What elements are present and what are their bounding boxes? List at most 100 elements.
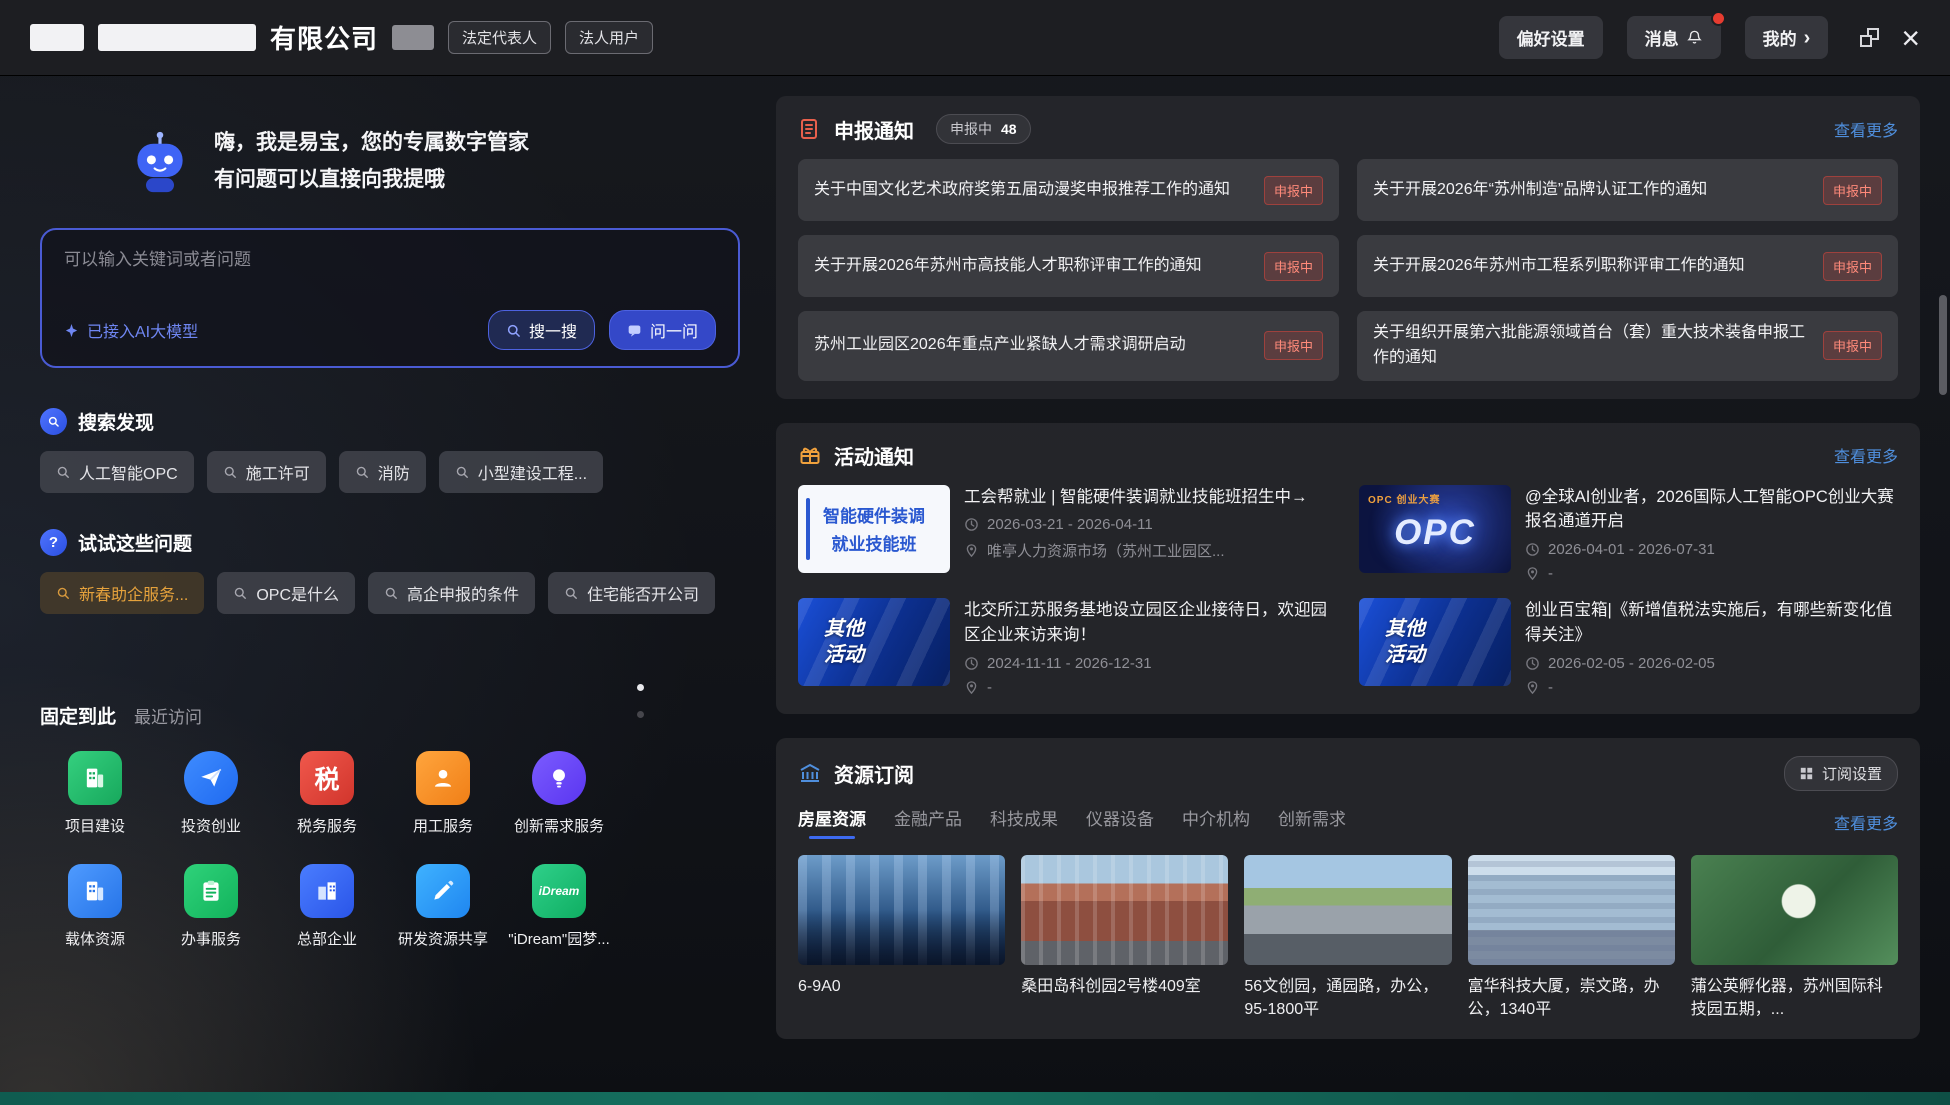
- company-identity: 有限公司 法定代表人 法人用户: [30, 19, 653, 56]
- status-badge: 申报中: [1823, 252, 1882, 281]
- chip-label: 小型建设工程...: [478, 460, 587, 484]
- chip-ai-opc[interactable]: 人工智能OPC: [40, 451, 194, 493]
- my-account-button[interactable]: 我的 ›: [1745, 16, 1829, 59]
- app-innovation-demand[interactable]: 创新需求服务: [504, 751, 614, 836]
- app-investment-startup[interactable]: 投资创业: [156, 751, 266, 836]
- subscription-settings-button[interactable]: 订阅设置: [1784, 756, 1898, 791]
- greeting-line1: 嗨，我是易宝，您的专属数字管家: [214, 125, 529, 162]
- window-controls: ×: [1860, 22, 1920, 54]
- gift-icon: [798, 443, 822, 467]
- notice-card[interactable]: 苏州工业园区2026年重点产业紧缺人才需求调研启动申报中: [798, 311, 1339, 381]
- carousel-dots[interactable]: [637, 684, 644, 718]
- app-idream-park[interactable]: iDream "iDream"园梦...: [504, 864, 614, 949]
- chip-what-is-opc[interactable]: OPC是什么: [217, 572, 355, 614]
- questions-icon: ?: [40, 529, 67, 556]
- app-project-construction[interactable]: 项目建设: [40, 751, 150, 836]
- app-headquarters-enterprise[interactable]: 总部企业: [272, 864, 382, 949]
- chip-fire-safety[interactable]: 消防: [339, 451, 426, 493]
- building-icon: [68, 751, 122, 805]
- status-badge: 申报中: [1264, 331, 1323, 360]
- main-content: 嗨，我是易宝，您的专属数字管家 有问题可以直接向我提哦 已接入AI大模型 搜一搜: [0, 76, 1950, 1092]
- resource-subscription-panel: 资源订阅 订阅设置 房屋资源 金融产品 科技成果 仪器设备 中介机构 创新需求 …: [776, 738, 1920, 1039]
- chip-hightech-conditions[interactable]: 高企申报的条件: [368, 572, 535, 614]
- tab-housing-resources[interactable]: 房屋资源: [798, 805, 866, 839]
- activity-card[interactable]: 其他活动 北交所江苏服务基地设立园区企业接待日，欢迎园区企业来访来询！ 2024…: [798, 598, 1337, 696]
- search-button[interactable]: 搜一搜: [488, 310, 595, 350]
- resource-card[interactable]: 蒲公英孵化器，苏州国际科技园五期，...: [1691, 855, 1898, 1021]
- ai-model-note: 已接入AI大模型: [64, 318, 198, 342]
- resources-title: 资源订阅: [834, 759, 914, 788]
- activity-thumbnail: 其他活动: [798, 598, 950, 686]
- worker-icon: [416, 751, 470, 805]
- subscription-settings-label: 订阅设置: [1822, 763, 1882, 784]
- tab-intermediaries[interactable]: 中介机构: [1182, 805, 1250, 839]
- activity-thumbnail: OPC 创业大赛 OPC: [1359, 485, 1511, 573]
- discover-section-header: 搜索发现: [40, 408, 740, 435]
- notice-card[interactable]: 关于开展2026年“苏州制造”品牌认证工作的通知申报中: [1357, 159, 1898, 221]
- tab-tech-achievements[interactable]: 科技成果: [990, 805, 1058, 839]
- building-icon: [68, 864, 122, 918]
- buildings-icon: [300, 864, 354, 918]
- redacted-company-name-block: [30, 24, 84, 51]
- activity-card[interactable]: OPC 创业大赛 OPC @全球AI创业者，2026国际人工智能OPC创业大赛报…: [1359, 485, 1898, 583]
- chip-construction-permit[interactable]: 施工许可: [207, 451, 326, 493]
- recent-visits-label[interactable]: 最近访问: [134, 703, 202, 728]
- filter-label: 申报中: [950, 119, 992, 139]
- resource-caption: 蒲公英孵化器，苏州国际科技园五期，...: [1691, 975, 1898, 1021]
- resource-card[interactable]: 桑田岛科创园2号楼409室: [1021, 855, 1228, 1021]
- tab-instruments[interactable]: 仪器设备: [1086, 805, 1154, 839]
- app-label: "iDream"园梦...: [508, 928, 610, 949]
- activity-card[interactable]: 智能硬件装调 就业技能班 工会帮就业 | 智能硬件装调就业技能班招生中→ 202…: [798, 485, 1337, 583]
- search-input[interactable]: [64, 250, 716, 270]
- discover-icon: [40, 408, 67, 435]
- close-window-icon[interactable]: ×: [1901, 22, 1920, 54]
- scrollbar-thumb[interactable]: [1939, 295, 1947, 395]
- thumb-text: 其他: [1385, 618, 1425, 640]
- app-tax-service[interactable]: 税 税务服务: [272, 751, 382, 836]
- declaration-notices-panel: 申报通知 申报中 48 查看更多 关于中国文化艺术政府奖第五届动漫奖申报推荐工作…: [776, 96, 1920, 399]
- notice-card[interactable]: 关于组织开展第六批能源领域首台（套）重大技术装备申报工作的通知申报中: [1357, 311, 1898, 381]
- app-employment-service[interactable]: 用工服务: [388, 751, 498, 836]
- restore-window-icon[interactable]: [1860, 28, 1879, 47]
- bell-icon: [1686, 29, 1703, 46]
- app-rd-resource-sharing[interactable]: 研发资源共享: [388, 864, 498, 949]
- chip-label: 人工智能OPC: [79, 460, 178, 484]
- notices-view-more-link[interactable]: 查看更多: [1834, 117, 1898, 141]
- pinned-section-header: 固定到此 最近访问: [40, 702, 740, 729]
- filter-count: 48: [1001, 121, 1017, 137]
- notices-filter-pill[interactable]: 申报中 48: [936, 114, 1031, 144]
- messages-button[interactable]: 消息: [1627, 16, 1721, 59]
- resource-card[interactable]: 6-9A0: [798, 855, 1005, 1021]
- resource-card[interactable]: 富华科技大厦，崇文路，办公，1340平: [1468, 855, 1675, 1021]
- notice-card[interactable]: 关于中国文化艺术政府奖第五届动漫奖申报推荐工作的通知申报中: [798, 159, 1339, 221]
- chip-residence-company[interactable]: 住宅能否开公司: [548, 572, 715, 614]
- grid-icon: [1800, 767, 1813, 780]
- status-badge: 申报中: [1823, 331, 1882, 360]
- bank-icon: [798, 761, 822, 785]
- notice-card[interactable]: 关于开展2026年苏州市工程系列职称评审工作的通知申报中: [1357, 235, 1898, 297]
- activities-view-more-link[interactable]: 查看更多: [1834, 443, 1898, 467]
- preferences-button[interactable]: 偏好设置: [1499, 16, 1603, 59]
- activity-card[interactable]: 其他活动 创业百宝箱|《新增值税法实施后，有哪些新变化值得关注》 2026-02…: [1359, 598, 1898, 696]
- notice-title: 苏州工业园区2026年重点产业紧缺人才需求调研启动: [814, 333, 1250, 358]
- bottom-edge-strip: [0, 1092, 1950, 1105]
- app-carrier-resources[interactable]: 载体资源: [40, 864, 150, 949]
- resources-view-more-link[interactable]: 查看更多: [1834, 810, 1898, 834]
- activity-notices-panel: 活动通知 查看更多 智能硬件装调 就业技能班 工会帮就业 | 智能硬件装调就业技…: [776, 423, 1920, 714]
- ai-model-note-label: 已接入AI大模型: [87, 318, 198, 342]
- tab-financial-products[interactable]: 金融产品: [894, 805, 962, 839]
- tab-innovation-demand[interactable]: 创新需求: [1278, 805, 1346, 839]
- ask-button[interactable]: 问一问: [609, 310, 716, 350]
- app-label: 税务服务: [297, 815, 357, 836]
- questions-title: 试试这些问题: [78, 529, 192, 556]
- app-affairs-service[interactable]: 办事服务: [156, 864, 266, 949]
- resource-card[interactable]: 56文创园，通园路，办公，95-1800平: [1244, 855, 1451, 1021]
- chip-spring-enterprise-service[interactable]: 新春助企服务...: [40, 572, 204, 614]
- clipboard-icon: [184, 864, 238, 918]
- chip-small-construction[interactable]: 小型建设工程...: [439, 451, 603, 493]
- notice-card[interactable]: 关于开展2026年苏州市高技能人才职称评审工作的通知申报中: [798, 235, 1339, 297]
- assistant-greeting: 嗨，我是易宝，您的专属数字管家 有问题可以直接向我提哦: [132, 116, 740, 208]
- redacted-text-block: [392, 25, 434, 50]
- app-grid: 项目建设 投资创业 税 税务服务 用工服务 创新需求服务: [40, 751, 620, 949]
- property-photo: [798, 855, 1005, 965]
